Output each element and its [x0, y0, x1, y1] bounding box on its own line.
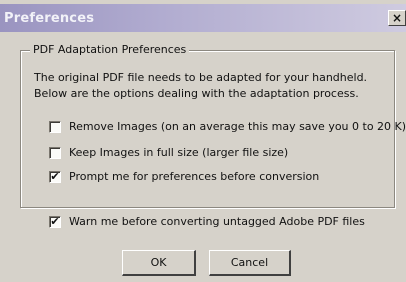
preferences-dialog: Preferences × PDF Adaptation Preferences…	[0, 0, 406, 282]
checkmark-icon: ✔	[50, 215, 60, 228]
checkmark-icon: ✔	[50, 170, 60, 183]
close-icon: ×	[391, 11, 403, 25]
intro-line-1: The original PDF file needs to be adapte…	[34, 71, 368, 84]
remove-images-option[interactable]: Remove Images (on an average this may sa…	[49, 120, 406, 133]
warn-untagged-label[interactable]: Warn me before converting untagged Adobe…	[69, 215, 365, 228]
keep-images-label[interactable]: Keep Images in full size (larger file si…	[69, 146, 288, 159]
ok-button[interactable]: OK	[122, 250, 196, 276]
intro-text: The original PDF file needs to be adapte…	[34, 70, 394, 102]
title-bar[interactable]: Preferences ×	[0, 4, 406, 32]
cancel-button[interactable]: Cancel	[209, 250, 291, 276]
prompt-preferences-label[interactable]: Prompt me for preferences before convers…	[69, 170, 319, 183]
remove-images-checkbox[interactable]	[49, 120, 61, 133]
prompt-preferences-checkbox[interactable]: ✔	[49, 170, 61, 183]
prompt-preferences-option[interactable]: ✔ Prompt me for preferences before conve…	[49, 170, 319, 183]
keep-images-option[interactable]: Keep Images in full size (larger file si…	[49, 146, 288, 159]
keep-images-checkbox[interactable]	[49, 146, 61, 159]
group-legend: PDF Adaptation Preferences	[30, 43, 190, 56]
warn-untagged-checkbox[interactable]: ✔	[49, 215, 61, 228]
window-title: Preferences	[4, 11, 95, 26]
warn-untagged-option[interactable]: ✔ Warn me before converting untagged Ado…	[49, 215, 365, 228]
close-button[interactable]: ×	[388, 10, 406, 26]
remove-images-label[interactable]: Remove Images (on an average this may sa…	[69, 120, 406, 133]
intro-line-2: Below are the options dealing with the a…	[34, 87, 359, 100]
